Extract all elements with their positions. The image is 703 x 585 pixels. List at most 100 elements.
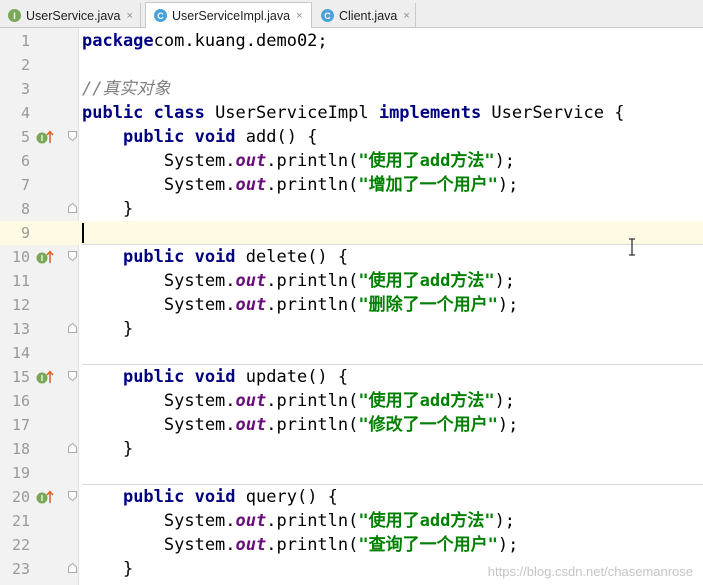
svg-text:I: I [41, 134, 43, 143]
fold-end-icon[interactable] [68, 203, 77, 213]
method-separator [82, 484, 703, 485]
code-token: //真实对象 [82, 79, 171, 99]
code-token: public void [122, 127, 246, 147]
code-line[interactable]: 20 I public void query() { [0, 485, 703, 509]
code-line[interactable]: 10 I public void delete() { [0, 245, 703, 269]
line-number: 18 [11, 440, 30, 458]
class-icon: C [154, 9, 167, 22]
editor-tab-bar: I UserService.java × C UserServiceImpl.j… [0, 0, 703, 28]
code-token: ); [494, 511, 516, 531]
code-line[interactable]: 11 System.out.println("使用了add方法"); [0, 269, 703, 293]
line-number: 17 [11, 416, 30, 434]
code-token: out [235, 271, 267, 291]
close-icon[interactable]: × [126, 10, 132, 22]
code-line[interactable]: 22 System.out.println("查询了一个用户"); [0, 533, 703, 557]
code-line[interactable]: 18 } [0, 437, 703, 461]
code-text: //真实对象 [82, 78, 170, 100]
close-icon[interactable]: × [296, 10, 302, 22]
fold-start-icon[interactable] [68, 251, 77, 261]
code-line[interactable]: 13 } [0, 317, 703, 341]
watermark: https://blog.csdn.net/chasemanrose [487, 564, 693, 579]
implements-method-icon[interactable]: I [36, 490, 54, 504]
line-number: 7 [20, 176, 30, 194]
close-icon[interactable]: × [403, 10, 409, 22]
code-text: } [82, 558, 133, 580]
code-line[interactable]: 9 [0, 221, 703, 245]
code-text: System.out.println("使用了add方法"); [82, 390, 515, 412]
code-token: "增加了一个用户" [358, 175, 498, 195]
code-token: out [235, 535, 267, 555]
fold-start-icon[interactable] [68, 371, 77, 381]
code-line[interactable]: 14 [0, 341, 703, 365]
code-token: .println( [266, 295, 359, 315]
code-token: .println( [266, 151, 359, 171]
code-text: } [82, 318, 133, 340]
line-number: 9 [20, 224, 30, 242]
code-text: System.out.println("增加了一个用户"); [82, 174, 518, 196]
code-line[interactable]: 8 } [0, 197, 703, 221]
code-text: } [82, 438, 133, 460]
line-number: 22 [11, 536, 30, 554]
fold-start-icon[interactable] [68, 131, 77, 141]
line-number: 14 [11, 344, 30, 362]
code-line[interactable]: 17 System.out.println("修改了一个用户"); [0, 413, 703, 437]
code-token: add() { [245, 127, 318, 147]
code-line[interactable]: 12 System.out.println("删除了一个用户"); [0, 293, 703, 317]
code-token: out [235, 175, 267, 195]
tab-userserviceimpl[interactable]: C UserServiceImpl.java × [145, 2, 312, 28]
tab-label: UserService.java [26, 8, 121, 23]
code-line[interactable]: 21 System.out.println("使用了add方法"); [0, 509, 703, 533]
code-token: } [82, 559, 134, 579]
fold-start-icon[interactable] [68, 491, 77, 501]
text-caret [82, 223, 84, 243]
code-token: System. [82, 295, 236, 315]
code-line[interactable]: 3 //真实对象 [0, 77, 703, 101]
code-token: System. [82, 271, 236, 291]
tab-userservice[interactable]: I UserService.java × [0, 3, 141, 28]
line-number: 21 [11, 512, 30, 530]
code-token: System. [82, 151, 236, 171]
code-text: public class UserServiceImpl implements … [82, 102, 624, 124]
code-token: "查询了一个用户" [358, 535, 498, 555]
code-token: "使用了add方法" [358, 391, 495, 411]
code-line[interactable]: 7 System.out.println("增加了一个用户"); [0, 173, 703, 197]
fold-end-icon[interactable] [68, 323, 77, 333]
implements-method-icon[interactable]: I [36, 370, 54, 384]
code-text: packagecom.kuang.demo02; [82, 30, 328, 52]
fold-end-icon[interactable] [68, 563, 77, 573]
code-line[interactable]: 1 packagecom.kuang.demo02; [0, 29, 703, 53]
line-number: 12 [11, 296, 30, 314]
code-token: System. [82, 175, 236, 195]
implements-method-icon[interactable]: I [36, 250, 54, 264]
line-number: 5 [20, 128, 30, 146]
code-token: ); [497, 535, 519, 555]
code-text: System.out.println("使用了add方法"); [82, 150, 515, 172]
code-editor[interactable]: 1 packagecom.kuang.demo02; 2 3//真实对象 4 public… [0, 28, 703, 585]
code-token: query() { [245, 487, 338, 507]
code-text: public void delete() { [82, 246, 348, 268]
code-token: System. [82, 535, 236, 555]
line-number: 16 [11, 392, 30, 410]
code-line[interactable]: 5 I public void add() { [0, 125, 703, 149]
code-line[interactable]: 6 System.out.println("使用了add方法"); [0, 149, 703, 173]
code-text: public void update() { [82, 366, 348, 388]
line-number: 10 [11, 248, 30, 266]
fold-end-icon[interactable] [68, 443, 77, 453]
code-line[interactable]: 16 System.out.println("使用了add方法"); [0, 389, 703, 413]
code-line[interactable]: 2 [0, 53, 703, 77]
code-token: .println( [266, 535, 359, 555]
code-line[interactable]: 15 I public void update() { [0, 365, 703, 389]
code-token: update() { [245, 367, 349, 387]
code-token: System. [82, 391, 236, 411]
interface-icon: I [8, 9, 21, 22]
implements-method-icon[interactable]: I [36, 130, 54, 144]
code-token: "使用了add方法" [358, 271, 495, 291]
line-number: 1 [20, 32, 30, 50]
code-token: public void [122, 487, 246, 507]
tab-client[interactable]: C Client.java × [313, 3, 416, 28]
code-line[interactable]: 19 [0, 461, 703, 485]
code-line[interactable]: 4 public class UserServiceImpl implements… [0, 101, 703, 125]
line-number: 23 [11, 560, 30, 578]
line-number: 15 [11, 368, 30, 386]
